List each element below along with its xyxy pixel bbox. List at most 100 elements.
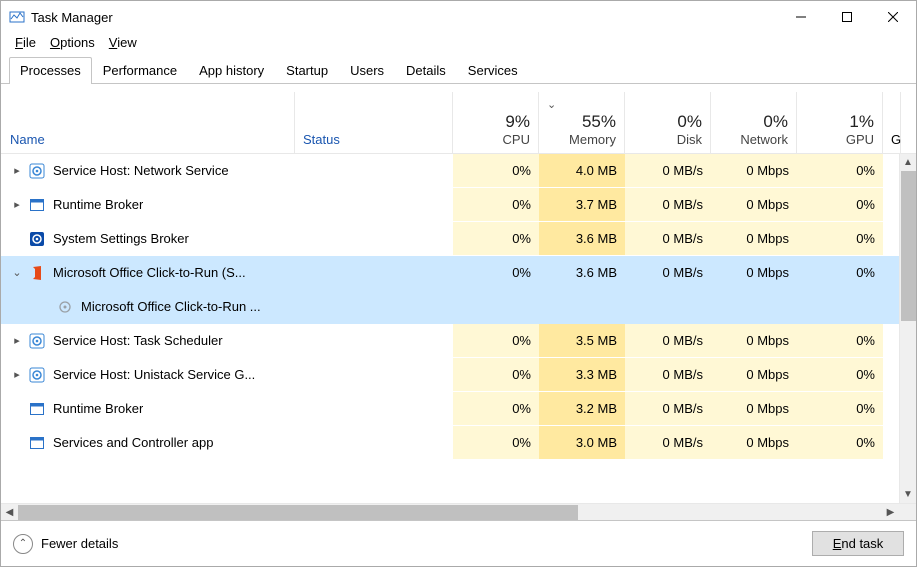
tab-users[interactable]: Users <box>339 57 395 84</box>
cell-status <box>295 154 453 187</box>
window-icon <box>29 435 45 451</box>
menu-options[interactable]: Options <box>44 33 101 52</box>
minimize-button[interactable] <box>778 1 824 33</box>
cell-mem <box>539 290 625 323</box>
table-row[interactable]: ⌄ Microsoft Office Click-to-Run (S... 0%3.… <box>1 256 916 290</box>
table-row[interactable]: Runtime Broker0%3.2 MB0 MB/s0 Mbps0% <box>1 392 916 426</box>
vertical-scrollbar[interactable]: ▲ ▼ <box>899 154 916 503</box>
cell-name: Runtime Broker <box>1 392 295 425</box>
scroll-down-icon[interactable]: ▼ <box>900 486 916 503</box>
close-button[interactable] <box>870 1 916 33</box>
column-status[interactable]: Status <box>295 92 453 153</box>
fewer-details-toggle[interactable]: ⌃ Fewer details <box>13 534 118 554</box>
menu-view[interactable]: View <box>103 33 143 52</box>
expand-toggle[interactable]: ▸ <box>9 368 25 381</box>
cell-net: 0 Mbps <box>711 222 797 255</box>
column-memory[interactable]: ⌄ 55% Memory <box>539 92 625 153</box>
titlebar: Task Manager <box>1 1 916 33</box>
cell-cpu: 0% <box>453 256 539 289</box>
cell-disk: 0 MB/s <box>625 256 711 289</box>
cell-net: 0 Mbps <box>711 154 797 187</box>
maximize-button[interactable] <box>824 1 870 33</box>
gpu-usage-total: 1% <box>849 112 874 132</box>
column-cpu[interactable]: 9% CPU <box>453 92 539 153</box>
window-icon <box>29 197 45 213</box>
cell-status <box>295 256 453 289</box>
cell-gpu: 0% <box>797 324 883 357</box>
cell-net: 0 Mbps <box>711 392 797 425</box>
process-name: Service Host: Unistack Service G... <box>53 367 255 382</box>
window-controls <box>778 1 916 33</box>
cell-gpu <box>797 290 883 323</box>
process-name: Service Host: Network Service <box>53 163 229 178</box>
scroll-up-icon[interactable]: ▲ <box>900 154 916 171</box>
tab-services[interactable]: Services <box>457 57 529 84</box>
cell-mem: 3.3 MB <box>539 358 625 391</box>
tab-app-history[interactable]: App history <box>188 57 275 84</box>
table-row[interactable]: ▸Runtime Broker0%3.7 MB0 MB/s0 Mbps0% <box>1 188 916 222</box>
cell-gpu: 0% <box>797 188 883 221</box>
cell-cpu: 0% <box>453 222 539 255</box>
gear-blue-icon <box>29 163 45 179</box>
table-row[interactable]: Services and Controller app0%3.0 MB0 MB/… <box>1 426 916 460</box>
cell-cpu: 0% <box>453 392 539 425</box>
menu-file[interactable]: File <box>9 33 42 52</box>
office-icon <box>29 265 45 281</box>
cell-name: ▸ Service Host: Network Service <box>1 154 295 187</box>
scroll-thumb[interactable] <box>901 171 916 321</box>
table-row[interactable]: ▸Service Host: Task Scheduler0%3.5 MB0 M… <box>1 324 916 358</box>
cell-name: ▸Runtime Broker <box>1 188 295 221</box>
cell-name: Microsoft Office Click-to-Run ... <box>1 290 295 323</box>
cell-net: 0 Mbps <box>711 324 797 357</box>
expand-toggle[interactable]: ⌄ <box>9 266 25 279</box>
cell-net: 0 Mbps <box>711 256 797 289</box>
scroll-left-icon[interactable]: ◀ <box>1 504 18 520</box>
cell-cpu: 0% <box>453 324 539 357</box>
window-title: Task Manager <box>31 10 113 25</box>
cell-name: Services and Controller app <box>1 426 295 459</box>
tab-processes[interactable]: Processes <box>9 57 92 84</box>
cell-mem: 4.0 MB <box>539 154 625 187</box>
cell-name: ▸Service Host: Task Scheduler <box>1 324 295 357</box>
tabstrip: ProcessesPerformanceApp historyStartupUs… <box>1 54 916 84</box>
cell-net: 0 Mbps <box>711 188 797 221</box>
table-row[interactable]: ▸Service Host: Network Service0%4.0 MB0 … <box>1 154 916 188</box>
bottom-bar: ⌃ Fewer details End task <box>1 520 916 566</box>
cell-mem: 3.6 MB <box>539 256 625 289</box>
end-task-button[interactable]: End task <box>812 531 904 556</box>
scroll-right-icon[interactable]: ▶ <box>882 504 899 520</box>
column-network[interactable]: 0% Network <box>711 92 797 153</box>
tab-details[interactable]: Details <box>395 57 457 84</box>
process-grid: Name Status 9% CPU ⌄ 55% Memory 0% Disk … <box>1 92 916 520</box>
gear-blue-icon <box>29 333 45 349</box>
cell-cpu: 0% <box>453 358 539 391</box>
process-name: Microsoft Office Click-to-Run (S... <box>53 265 246 280</box>
cell-disk: 0 MB/s <box>625 358 711 391</box>
table-row[interactable]: Microsoft Office Click-to-Run ... <box>1 290 916 324</box>
column-gpu-engine[interactable]: G <box>883 92 901 153</box>
gear-filled-icon <box>29 231 45 247</box>
disk-usage-total: 0% <box>677 112 702 132</box>
expand-toggle[interactable]: ▸ <box>9 334 25 347</box>
hscroll-thumb[interactable] <box>18 505 578 520</box>
table-row[interactable]: ▸ Service Host: Unistack Service G... 0%3.… <box>1 358 916 392</box>
cell-cpu <box>453 290 539 323</box>
gear-blue-icon <box>29 367 45 383</box>
column-disk[interactable]: 0% Disk <box>625 92 711 153</box>
chevron-down-icon: ⌄ <box>547 98 556 111</box>
table-row[interactable]: System Settings Broker0%3.6 MB0 MB/s0 Mb… <box>1 222 916 256</box>
cell-name: System Settings Broker <box>1 222 295 255</box>
menubar: File Options View <box>1 33 916 54</box>
tab-startup[interactable]: Startup <box>275 57 339 84</box>
cell-mem: 3.2 MB <box>539 392 625 425</box>
column-name[interactable]: Name <box>1 92 295 153</box>
expand-toggle[interactable]: ▸ <box>9 198 25 211</box>
expand-toggle[interactable]: ▸ <box>9 164 25 177</box>
cell-net <box>711 290 797 323</box>
process-name: Services and Controller app <box>53 435 213 450</box>
grid-header: Name Status 9% CPU ⌄ 55% Memory 0% Disk … <box>1 92 916 154</box>
horizontal-scrollbar[interactable]: ◀ ▶ <box>1 503 916 520</box>
cell-status <box>295 222 453 255</box>
column-gpu[interactable]: 1% GPU <box>797 92 883 153</box>
tab-performance[interactable]: Performance <box>92 57 188 84</box>
